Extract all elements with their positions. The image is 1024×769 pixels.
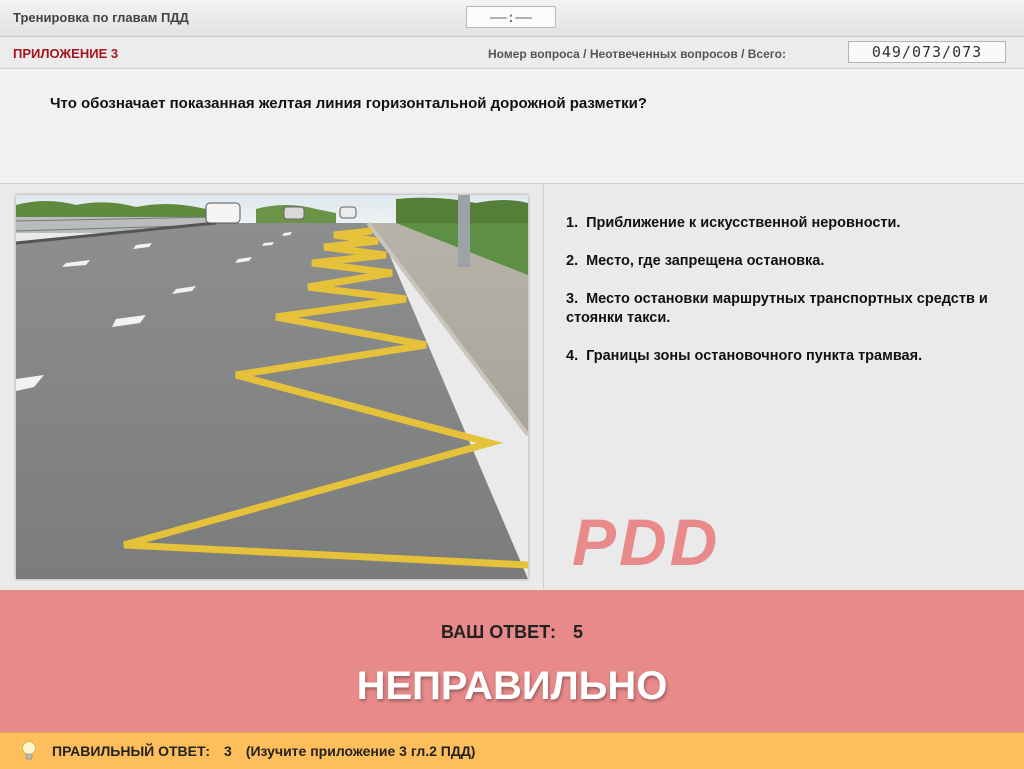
verdict-text: НЕПРАВИЛЬНО bbox=[356, 664, 668, 708]
appendix-label: ПРИЛОЖЕНИЕ 3 bbox=[13, 46, 119, 61]
answer-option-2[interactable]: 2. Место, где запрещена остановка. bbox=[566, 252, 1006, 271]
answer-text: Место остановки маршрутных транспортных … bbox=[566, 291, 988, 326]
mode-title: Тренировка по главам ПДД bbox=[13, 10, 189, 25]
answer-text: Приближение к искусственной неровности. bbox=[586, 215, 901, 231]
your-answer: ВАШ ОТВЕТ: 5 bbox=[0, 622, 1024, 643]
info-bar: ПРИЛОЖЕНИЕ 3 Номер вопроса / Неотвеченны… bbox=[0, 37, 1024, 69]
road-marking-photo bbox=[16, 195, 528, 579]
correct-answer-value: 3 bbox=[224, 743, 232, 759]
result-panel: ВАШ ОТВЕТ: 5 НЕПРАВИЛЬНО bbox=[0, 590, 1024, 732]
question-text: Что обозначает показанная желтая линия г… bbox=[50, 95, 647, 112]
correct-answer-hint: ПРАВИЛЬНЫЙ ОТВЕТ: 3 (Изучите приложение 3 … bbox=[52, 743, 489, 759]
image-panel bbox=[0, 184, 544, 589]
timer-display: ——:—— bbox=[466, 6, 556, 28]
content-area: 1. Приближение к искусственной неровности… bbox=[0, 184, 1024, 655]
your-answer-value: 5 bbox=[572, 622, 583, 642]
hint-bar: ПРАВИЛЬНЫЙ ОТВЕТ: 3 (Изучите приложение 3 … bbox=[0, 732, 1024, 769]
top-bar: Тренировка по главам ПДД ——:—— bbox=[0, 0, 1024, 37]
question-panel: Что обозначает показанная желтая линия г… bbox=[0, 69, 1024, 184]
answer-list: 1. Приближение к искусственной неровности… bbox=[566, 214, 1006, 385]
question-counter: 049/073/073 bbox=[848, 41, 1006, 63]
answer-text: Границы зоны остановочного пункта трамва… bbox=[586, 348, 923, 364]
answer-number: 4. bbox=[566, 348, 579, 364]
answer-number: 1. bbox=[566, 215, 579, 231]
correct-answer-label: ПРАВИЛЬНЫЙ ОТВЕТ: bbox=[52, 743, 211, 759]
answer-option-4[interactable]: 4. Границы зоны остановочного пункта трам… bbox=[566, 347, 1006, 366]
lightbulb-icon bbox=[19, 740, 39, 760]
answer-number: 2. bbox=[566, 253, 579, 269]
your-answer-label: ВАШ ОТВЕТ: bbox=[441, 622, 556, 642]
answer-text: Место, где запрещена остановка. bbox=[586, 253, 825, 269]
question-counter-label: Номер вопроса / Неотвеченных вопросов / … bbox=[488, 47, 786, 61]
answer-number: 3. bbox=[566, 291, 579, 307]
answer-option-3[interactable]: 3. Место остановки маршрутных транспортны… bbox=[566, 290, 1006, 328]
study-reference: (Изучите приложение 3 гл.2 ПДД) bbox=[245, 743, 476, 759]
answer-option-1[interactable]: 1. Приближение к искусственной неровности… bbox=[566, 214, 1006, 233]
